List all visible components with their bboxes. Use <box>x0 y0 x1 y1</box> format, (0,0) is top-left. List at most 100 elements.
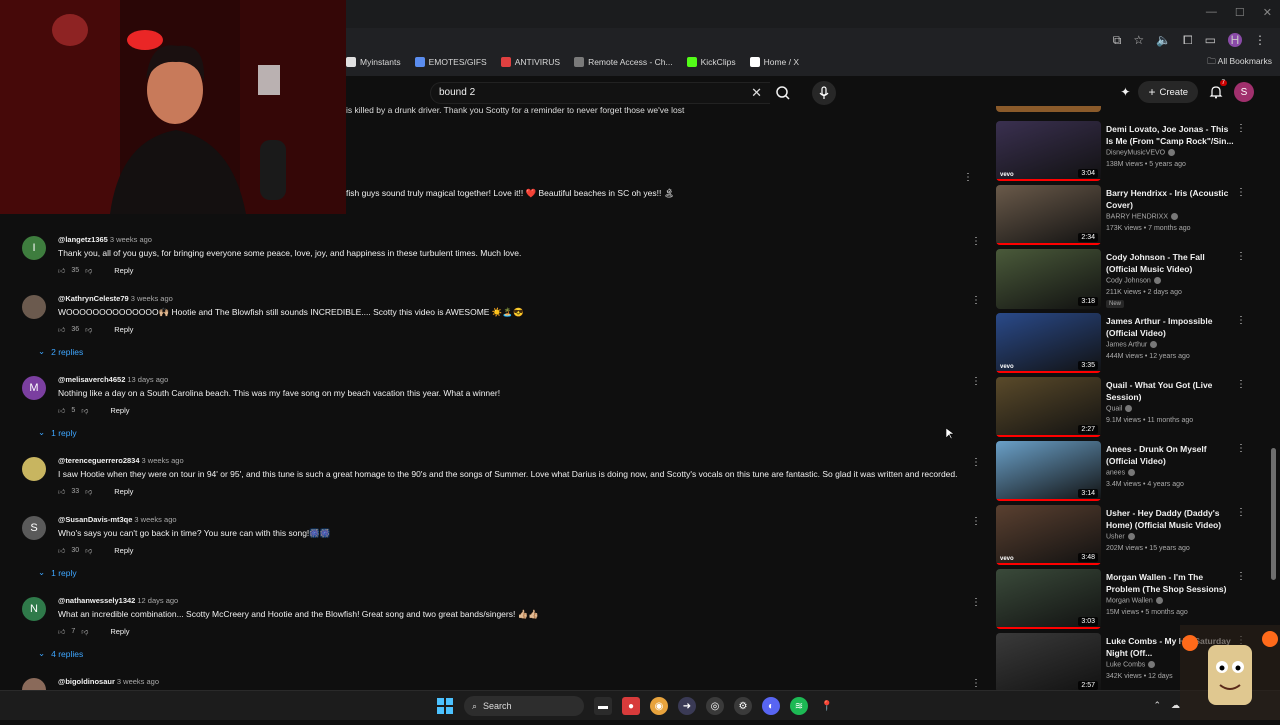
channel-name[interactable]: Cody Johnson <box>1106 277 1161 284</box>
video-menu-icon[interactable]: ⋮ <box>1236 379 1246 390</box>
video-title[interactable]: Quail - What You Got (Live Session) <box>1106 379 1236 403</box>
recommended-video[interactable]: 3:14 Anees - Drunk On Myself (Official Vi… <box>996 441 1268 505</box>
video-thumbnail[interactable]: 2:57 <box>996 633 1101 693</box>
video-thumbnail[interactable]: 3:18 <box>996 249 1101 309</box>
bookmark-star-icon[interactable]: ☆ <box>1133 33 1144 48</box>
comment-author[interactable]: @terenceguerrero2834 <box>58 456 140 465</box>
channel-name[interactable]: Luke Combs <box>1106 661 1156 668</box>
chrome-icon[interactable]: ◉ <box>650 697 668 715</box>
thumbs-down-icon[interactable]: 👎︎ <box>85 546 92 555</box>
thumbs-down-icon[interactable]: 👎︎ <box>81 406 88 415</box>
comment-time[interactable]: 12 days ago <box>137 596 178 605</box>
comment-author[interactable]: @SusanDavis-mt3qe <box>58 515 132 524</box>
browser-profile-avatar[interactable]: H <box>1228 33 1242 47</box>
notifications-button[interactable]: 7 <box>1206 80 1227 102</box>
channel-name[interactable]: DisneyMusicVEVO <box>1106 149 1176 156</box>
reply-button[interactable]: Reply <box>110 627 129 636</box>
video-thumbnail[interactable]: 2:34 <box>996 185 1101 245</box>
search-input[interactable]: bound 2 ✕ <box>430 82 770 104</box>
media-control-icon[interactable]: 🔈 <box>1156 33 1171 48</box>
commenter-avatar[interactable]: I <box>22 236 46 260</box>
video-menu-icon[interactable]: ⋮ <box>1236 571 1246 582</box>
taskbar-search[interactable]: ⌕ Search <box>464 696 584 716</box>
install-icon[interactable]: ⧉ <box>1113 33 1122 48</box>
comment-time[interactable]: 3 weeks ago <box>131 294 173 303</box>
reply-button[interactable]: Reply <box>114 266 133 275</box>
split-view-icon[interactable]: ▭ <box>1205 33 1216 48</box>
comment-author[interactable]: @melisaverch4652 <box>58 375 125 384</box>
video-title[interactable]: Anees - Drunk On Myself (Official Video) <box>1106 443 1236 467</box>
recommended-video[interactable]: 2:27 Quail - What You Got (Live Session) Q… <box>996 377 1268 441</box>
video-thumbnail[interactable]: 3:14 <box>996 441 1101 501</box>
comment-menu-icon[interactable]: ⋮ <box>970 457 982 468</box>
recommended-video[interactable]: vevo 3:04 Demi Lovato, Joe Jonas - This Is… <box>996 121 1268 185</box>
recommended-video[interactable]: vevo 3:35 James Arthur - Impossible (Offic… <box>996 313 1268 377</box>
thumbs-up-icon[interactable]: 👍︎ <box>58 406 65 415</box>
close-window-icon[interactable]: ✕ <box>1263 6 1272 19</box>
comment-time[interactable]: 13 days ago <box>127 375 168 384</box>
video-title[interactable]: Morgan Wallen - I'm The Problem (The Sho… <box>1106 571 1236 595</box>
comment-time[interactable]: 3 weeks ago <box>110 235 152 244</box>
all-bookmarks[interactable]: 🗀 All Bookmarks <box>1207 56 1272 70</box>
comment-time[interactable]: 3 weeks ago <box>117 677 159 686</box>
bookmark-item[interactable]: ANTIVIRUS <box>500 57 560 67</box>
voice-search-button[interactable] <box>812 81 836 105</box>
view-replies-button[interactable]: ⌄ 1 reply <box>38 427 77 438</box>
app-icon-circle[interactable]: ◎ <box>706 697 724 715</box>
spotify-icon[interactable]: ≋ <box>790 697 808 715</box>
reply-button[interactable]: Reply <box>114 325 133 334</box>
commenter-avatar[interactable]: S <box>22 516 46 540</box>
channel-name[interactable]: James Arthur <box>1106 341 1158 348</box>
thumbs-up-icon[interactable]: 👍︎ <box>58 487 65 496</box>
search-query[interactable]: bound 2 <box>439 87 475 98</box>
video-title[interactable]: James Arthur - Impossible (Official Vide… <box>1106 315 1236 339</box>
chevron-up-icon[interactable]: ⌃ <box>1153 700 1161 711</box>
comment-time[interactable]: 3 weeks ago <box>134 515 176 524</box>
comment-menu-icon[interactable]: ⋮ <box>970 376 982 387</box>
channel-name[interactable]: Quail <box>1106 405 1133 412</box>
comment-menu-icon[interactable]: ⋮ <box>970 516 982 527</box>
commenter-avatar[interactable]: M <box>22 376 46 400</box>
recommended-video[interactable]: vevo 3:48 Usher - Hey Daddy (Daddy's Home)… <box>996 505 1268 569</box>
view-replies-button[interactable]: ⌄ 4 replies <box>38 648 83 659</box>
channel-name[interactable]: Morgan Wallen <box>1106 597 1163 604</box>
cloud-icon[interactable]: ☁ <box>1171 700 1180 711</box>
video-title[interactable]: Demi Lovato, Joe Jonas - This Is Me (Fro… <box>1106 123 1236 147</box>
address-bar[interactable]: ⧉ ☆ 🔈 ⧠ ▭ H ⋮ <box>346 30 1280 52</box>
comment-author[interactable]: @nathanwessely1342 <box>58 596 135 605</box>
browser-menu-icon[interactable]: ⋮ <box>1254 33 1266 48</box>
studio-icon[interactable]: ✦ <box>1120 85 1130 99</box>
create-button[interactable]: + Create <box>1138 81 1198 103</box>
video-thumbnail[interactable]: vevo 3:48 <box>996 505 1101 565</box>
comment-time[interactable]: 3 weeks ago <box>142 456 184 465</box>
video-thumbnail[interactable]: vevo 3:35 <box>996 313 1101 373</box>
bookmark-item[interactable]: Myinstants <box>346 57 401 67</box>
channel-name[interactable]: BARRY HENDRIXX <box>1106 213 1178 220</box>
thumbs-up-icon[interactable]: 👍︎ <box>58 266 65 275</box>
previous-thumbnail-edge[interactable] <box>996 106 1101 112</box>
thumbs-up-icon[interactable]: 👍︎ <box>58 325 65 334</box>
recommended-video[interactable]: 3:18 Cody Johnson - The Fall (Official Mu… <box>996 249 1268 313</box>
search-button[interactable] <box>770 82 798 104</box>
extensions-icon[interactable]: ⧠ <box>1183 33 1193 48</box>
video-title[interactable]: Usher - Hey Daddy (Daddy's Home) (Offici… <box>1106 507 1236 531</box>
channel-name[interactable]: anees <box>1106 469 1136 476</box>
thumbs-up-icon[interactable]: 👍︎ <box>58 627 65 636</box>
clear-search-icon[interactable]: ✕ <box>751 85 762 101</box>
thumbs-down-icon[interactable]: 👎︎ <box>85 487 92 496</box>
video-menu-icon[interactable]: ⋮ <box>1236 251 1246 262</box>
video-menu-icon[interactable]: ⋮ <box>1236 123 1246 134</box>
commenter-avatar[interactable] <box>22 457 46 481</box>
video-thumbnail[interactable]: vevo 3:04 <box>996 121 1101 181</box>
video-menu-icon[interactable]: ⋮ <box>1236 315 1246 326</box>
app-icon-record[interactable]: ● <box>622 697 640 715</box>
bookmark-item[interactable]: KickClips <box>686 57 736 67</box>
comment-author[interactable]: @KathrynCeleste79 <box>58 294 129 303</box>
page-scrollbar[interactable] <box>1271 448 1276 580</box>
maximize-icon[interactable]: ☐ <box>1235 6 1245 19</box>
comment-author[interactable]: @langetz1365 <box>58 235 108 244</box>
video-menu-icon[interactable]: ⋮ <box>1236 507 1246 518</box>
comment-menu-icon[interactable]: ⋮ <box>970 236 982 247</box>
channel-name[interactable]: Usher <box>1106 533 1135 540</box>
bookmark-item[interactable]: Home / X <box>749 57 799 67</box>
